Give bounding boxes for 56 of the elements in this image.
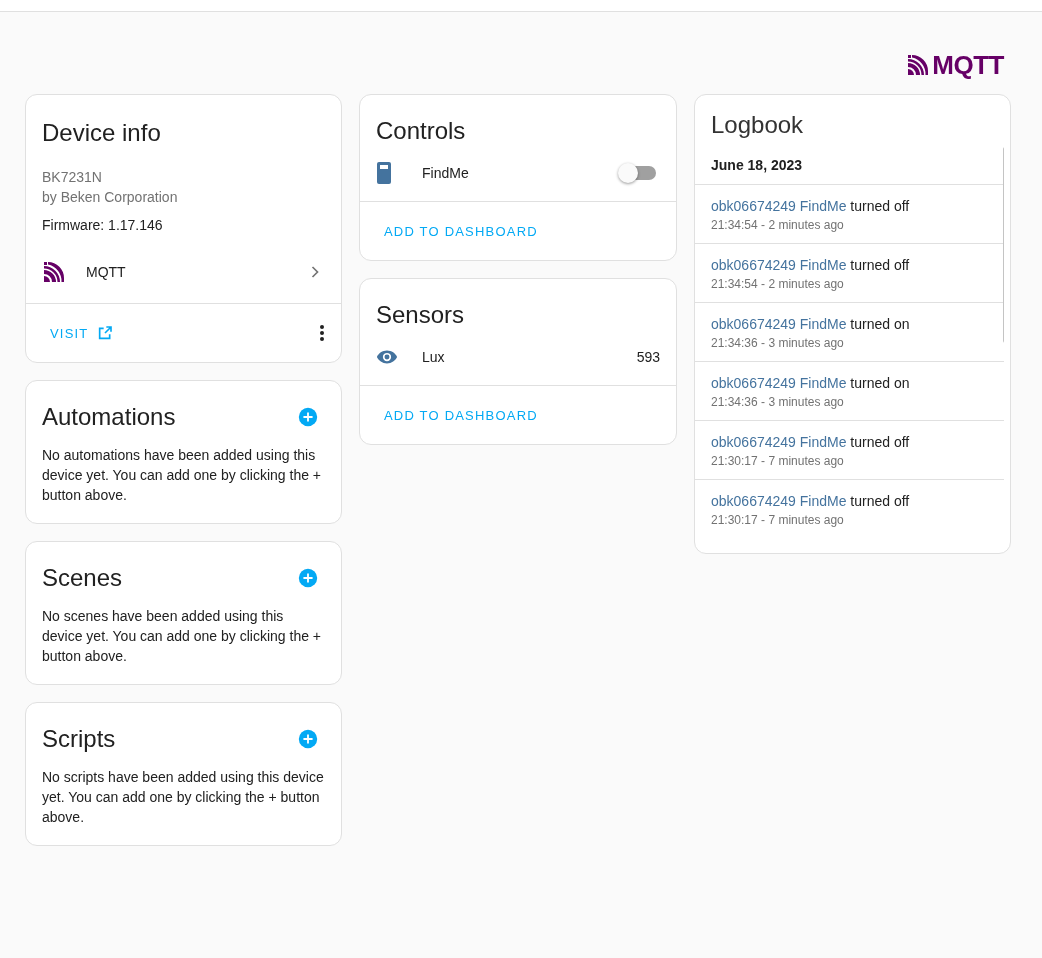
- add-to-dashboard-button[interactable]: ADD TO DASHBOARD: [368, 215, 554, 247]
- signal-waves-icon: [42, 260, 66, 284]
- device-manufacturer: by Beken Corporation: [42, 188, 179, 207]
- entity-link[interactable]: FindMe: [799, 257, 847, 273]
- entity-name: FindMe: [422, 165, 470, 181]
- entity-link[interactable]: FindMe: [799, 375, 847, 391]
- toggle-switch[interactable]: [620, 166, 656, 180]
- more-options-icon[interactable]: [319, 324, 325, 342]
- integration-link[interactable]: MQTT: [86, 264, 305, 280]
- log-message: obk06674249 FindMe turned off: [711, 492, 911, 511]
- add-to-dashboard-button[interactable]: ADD TO DASHBOARD: [368, 399, 554, 431]
- external-link-icon: [96, 325, 113, 341]
- empty-message: No scripts have been added using this device yet. You can add one by clicking the + button above.: [41, 768, 325, 827]
- signal-waves-icon: [906, 53, 931, 77]
- card-title: Device info: [42, 119, 161, 147]
- log-time: 21:34:54 - 2 minutes ago: [711, 276, 845, 293]
- entity-link[interactable]: FindMe: [799, 316, 847, 332]
- device-link[interactable]: obk06674249: [711, 434, 796, 450]
- eye-icon: [376, 349, 398, 365]
- empty-message: No automations have been added using this device yet. You can add one by clicking the + button above.: [41, 446, 323, 505]
- log-message: obk06674249 FindMe turned on: [711, 315, 911, 334]
- log-time: 21:34:36 - 3 minutes ago: [711, 394, 845, 411]
- card-title: Scripts: [42, 725, 116, 753]
- device-link[interactable]: obk06674249: [711, 257, 796, 273]
- card-title: Scenes: [42, 564, 123, 592]
- date-heading: June 18, 2023: [695, 147, 1004, 185]
- entity-link[interactable]: FindMe: [799, 198, 847, 214]
- log-message: obk06674249 FindMe turned off: [711, 256, 911, 275]
- switch-device-icon: [376, 162, 392, 184]
- card-title: Automations: [42, 403, 176, 431]
- card-title: Logbook: [710, 110, 805, 140]
- device-link[interactable]: obk06674249: [711, 198, 796, 214]
- log-time: 21:34:54 - 2 minutes ago: [711, 217, 845, 234]
- log-message: obk06674249 FindMe turned on: [711, 374, 911, 393]
- device-link[interactable]: obk06674249: [711, 375, 796, 391]
- log-message: obk06674249 FindMe turned off: [711, 197, 911, 216]
- log-time: 21:30:17 - 7 minutes ago: [711, 512, 845, 529]
- card-title: Sensors: [376, 301, 465, 329]
- firmware-version: Firmware: 1.17.146: [42, 216, 164, 235]
- entity-name: Lux: [422, 349, 446, 365]
- log-time: 21:34:36 - 3 minutes ago: [711, 335, 845, 352]
- logo-text: MQTT: [932, 52, 1004, 78]
- empty-message: No scenes have been added using this device yet. You can add one by clicking the + button above.: [41, 607, 323, 666]
- entity-link[interactable]: FindMe: [799, 434, 847, 450]
- card-title: Controls: [376, 117, 466, 145]
- log-message: obk06674249 FindMe turned off: [711, 433, 911, 452]
- add-icon[interactable]: [297, 728, 319, 750]
- sensor-value: 593: [636, 349, 660, 365]
- log-time: 21:30:17 - 7 minutes ago: [711, 453, 845, 470]
- entity-link[interactable]: FindMe: [799, 493, 847, 509]
- add-icon[interactable]: [297, 567, 319, 589]
- add-icon[interactable]: [297, 406, 319, 428]
- device-link[interactable]: obk06674249: [711, 316, 796, 332]
- device-link[interactable]: obk06674249: [711, 493, 796, 509]
- device-model: BK7231N: [42, 168, 103, 187]
- visit-button[interactable]: VISIT: [34, 317, 129, 349]
